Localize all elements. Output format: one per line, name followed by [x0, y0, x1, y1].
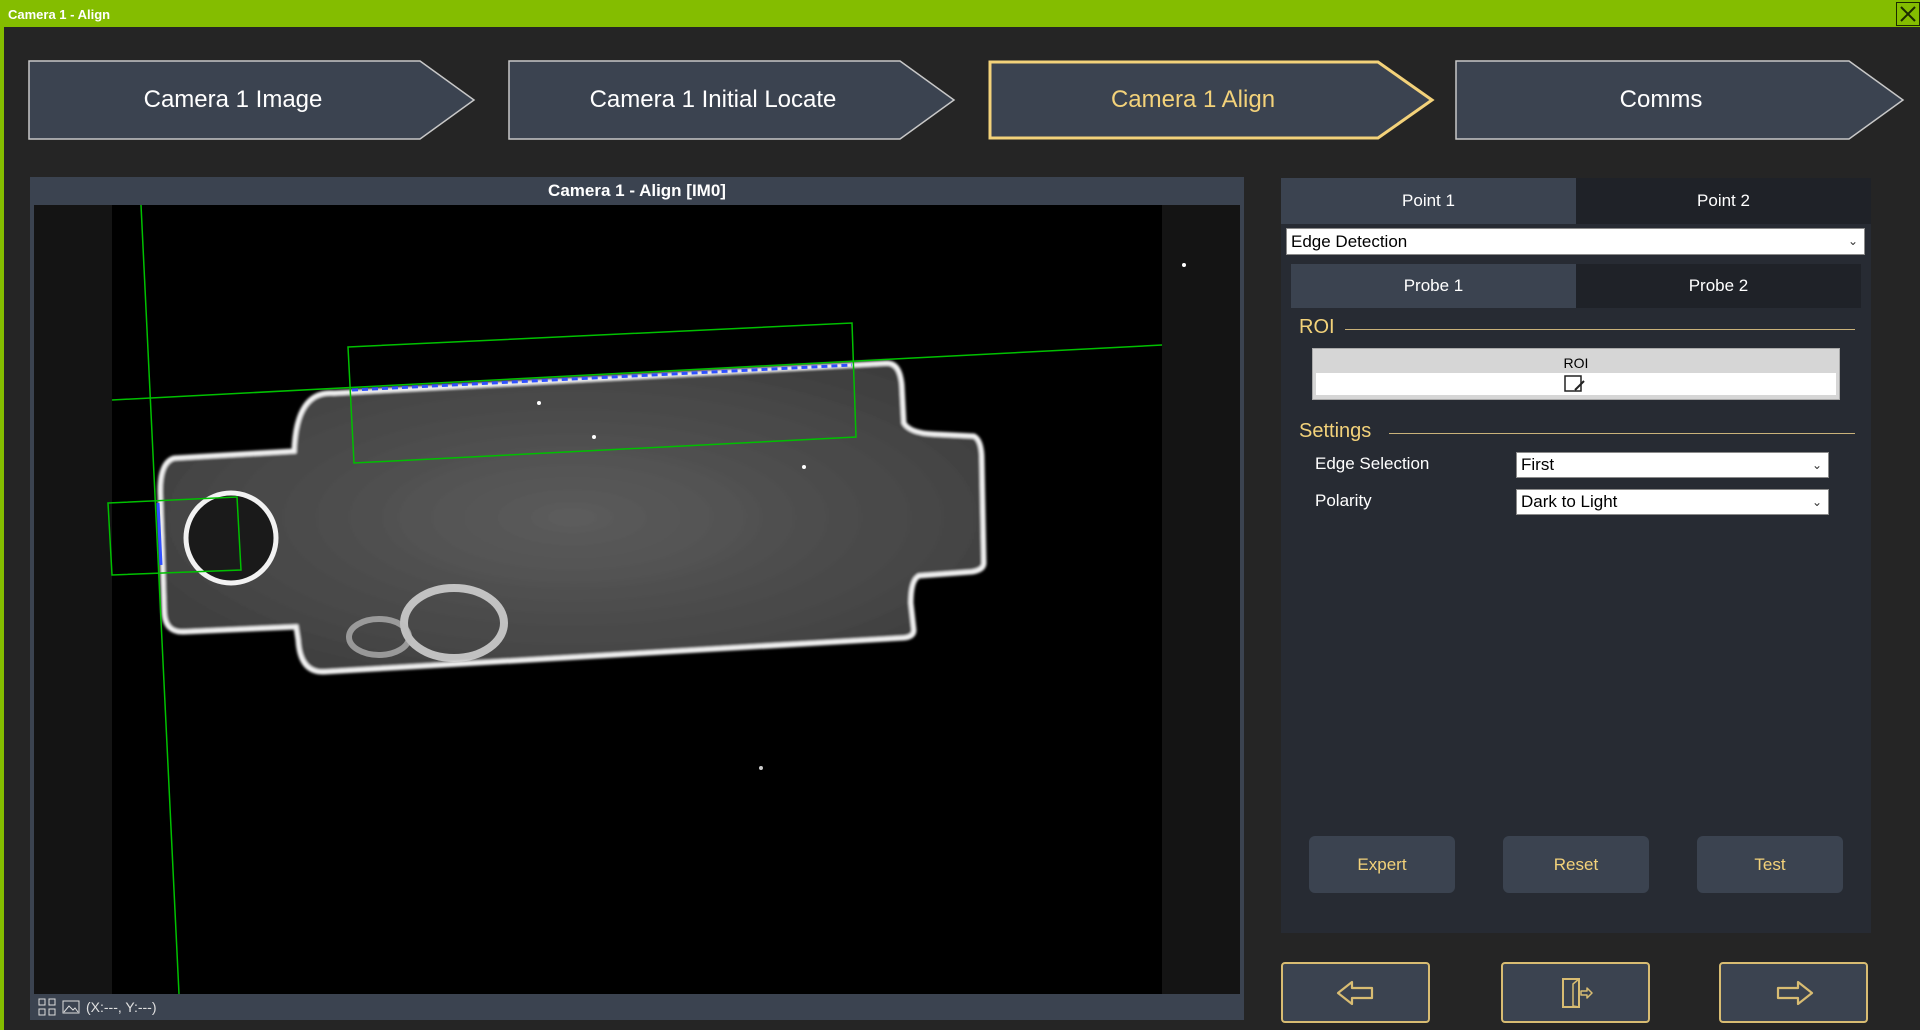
arrow-right-icon	[1776, 980, 1813, 1005]
step-label: Camera 1 Align	[1110, 86, 1276, 113]
cursor-coordinates: (X:---, Y:---)	[86, 999, 157, 1015]
arrow-left-icon	[1336, 980, 1373, 1005]
roi-section-header: ROI	[1299, 316, 1855, 339]
section-divider	[1345, 329, 1855, 330]
probe-tabs: Probe 1 Probe 2	[1291, 264, 1861, 308]
image-status-row: (X:---, Y:---)	[38, 997, 157, 1017]
polarity-value: Dark to Light	[1521, 492, 1618, 511]
step-camera-1-image[interactable]: Camera 1 Image	[28, 60, 476, 140]
tool-type-select[interactable]: Edge Detection ⌄	[1286, 228, 1865, 255]
next-button[interactable]	[1719, 962, 1868, 1023]
edge-selection-select[interactable]: First ⌄	[1516, 452, 1829, 478]
settings-panel: Point 1 Point 2 Edge Detection ⌄ Probe 1…	[1281, 178, 1871, 933]
chevron-down-icon: ⌄	[1811, 458, 1822, 472]
step-label: Camera 1 Initial Locate	[589, 86, 837, 113]
exit-door-icon	[1561, 977, 1593, 1008]
expert-button[interactable]: Expert	[1309, 836, 1455, 893]
window-title: Camera 1 - Align	[8, 7, 111, 22]
image-icon[interactable]	[62, 998, 80, 1016]
back-button[interactable]	[1281, 962, 1430, 1023]
step-camera-1-initial-locate[interactable]: Camera 1 Initial Locate	[508, 60, 956, 140]
chevron-down-icon: ⌄	[1811, 495, 1822, 509]
image-left-border	[34, 205, 112, 994]
tab-probe-2[interactable]: Probe 2	[1576, 264, 1861, 308]
title-bar: Camera 1 - Align	[0, 0, 1920, 27]
image-panel-title: Camera 1 - Align [IM0]	[548, 181, 726, 200]
point-tabs: Point 1 Point 2	[1281, 178, 1871, 224]
step-label: Camera 1 Image	[143, 86, 323, 113]
reset-button[interactable]: Reset	[1503, 836, 1649, 893]
roi-section-label: ROI	[1299, 316, 1335, 338]
roi-caption: ROI	[1563, 355, 1589, 371]
roi-editor: ROI	[1312, 348, 1840, 400]
close-icon	[1900, 6, 1916, 22]
camera-image-viewport[interactable]	[34, 204, 1240, 995]
edge-selection-value: First	[1521, 455, 1555, 474]
settings-section-label: Settings	[1299, 420, 1372, 442]
image-right-border	[1162, 205, 1240, 994]
roi-field[interactable]	[1316, 373, 1836, 395]
edit-roi-icon[interactable]	[1564, 374, 1586, 394]
edge-selection-label: Edge Selection	[1315, 454, 1430, 473]
polarity-select[interactable]: Dark to Light ⌄	[1516, 489, 1829, 515]
tab-point-1[interactable]: Point 1	[1281, 178, 1576, 224]
image-panel: Camera 1 - Align [IM0] (X:---, Y:---)	[30, 177, 1244, 1020]
section-divider	[1389, 433, 1855, 434]
settings-section-header: Settings	[1299, 420, 1855, 443]
zoom-fit-icon[interactable]	[38, 998, 56, 1016]
step-label: Comms	[1619, 86, 1703, 113]
close-button[interactable]	[1896, 2, 1920, 26]
chevron-down-icon: ⌄	[1847, 234, 1858, 248]
camera-image	[34, 204, 1240, 995]
exit-button[interactable]	[1501, 962, 1650, 1023]
step-camera-1-align[interactable]: Camera 1 Align	[988, 60, 1436, 140]
tool-type-value: Edge Detection	[1291, 232, 1408, 251]
tab-point-2[interactable]: Point 2	[1576, 178, 1871, 224]
test-button[interactable]: Test	[1697, 836, 1843, 893]
tab-probe-1[interactable]: Probe 1	[1291, 264, 1576, 308]
left-accent-rail	[0, 27, 4, 1030]
step-comms[interactable]: Comms	[1455, 60, 1905, 140]
polarity-label: Polarity	[1315, 491, 1372, 510]
